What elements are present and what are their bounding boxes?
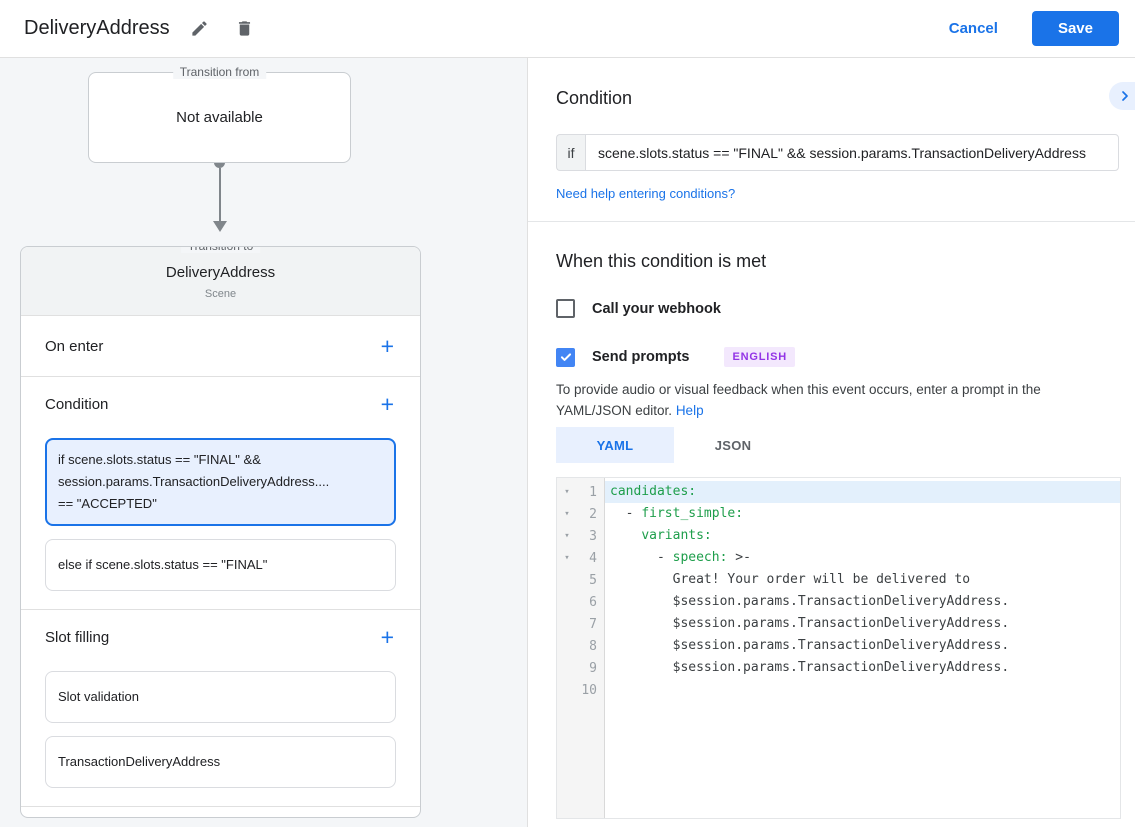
fold-arrow-icon[interactable]: ▾ [557, 487, 577, 497]
gutter-line[interactable]: 8 [557, 635, 604, 657]
slot-filling-label: Slot filling [45, 629, 109, 646]
condition-expression-row: if [556, 134, 1119, 171]
gutter-line[interactable]: 10 [557, 679, 604, 701]
edit-title-button[interactable] [184, 13, 215, 44]
slot-validation-card[interactable]: Slot validation [45, 671, 396, 723]
section-slot-filling-header: Slot filling + [45, 616, 396, 658]
code-line[interactable]: $session.params.TransactionDeliveryAddre… [605, 657, 1120, 679]
add-custom-intent-button[interactable]: + [379, 817, 396, 819]
page-title: DeliveryAddress [24, 17, 170, 40]
gutter-line[interactable]: ▾1 [557, 481, 604, 503]
add-slot-button[interactable]: + [379, 626, 396, 649]
scene-type-label: Scene [37, 288, 404, 300]
gutter-line[interactable]: 6 [557, 591, 604, 613]
scene-name: DeliveryAddress [37, 264, 404, 281]
editor-tabs: YAML JSON [556, 427, 1119, 463]
yaml-editor[interactable]: ▾1▾2▾3▾45678910 candidates: - first_simp… [556, 477, 1121, 819]
condition-section-label: Condition [45, 396, 108, 413]
line-number: 5 [577, 573, 604, 588]
line-number: 9 [577, 661, 604, 676]
if-prefix: if [556, 134, 585, 171]
webhook-label: Call your webhook [592, 301, 721, 317]
section-custom-intent: Custom intent handling + [45, 807, 396, 818]
code-line[interactable] [605, 679, 1120, 701]
line-number: 7 [577, 617, 604, 632]
pencil-icon [190, 19, 209, 38]
section-condition-header: Condition + [45, 383, 396, 425]
fold-arrow-icon[interactable]: ▾ [557, 553, 577, 563]
scene-graph-panel: Transition from Not available Transition… [0, 58, 528, 827]
scene-card: Transition to DeliveryAddress Scene On e… [20, 246, 421, 818]
transition-arrow [88, 163, 351, 232]
help-link[interactable]: Help [676, 403, 704, 418]
delete-scene-button[interactable] [229, 13, 260, 44]
add-on-enter-button[interactable]: + [379, 335, 396, 358]
conditions-help-link[interactable]: Need help entering conditions? [556, 186, 1119, 201]
when-condition-title: When this condition is met [556, 251, 1119, 272]
cancel-button[interactable]: Cancel [949, 20, 998, 37]
transition-from-label: Transition from [173, 65, 267, 79]
code-line[interactable]: variants: [605, 525, 1120, 547]
checkmark-icon [559, 350, 573, 364]
webhook-checkbox-row[interactable]: Call your webhook [556, 299, 1119, 318]
code-line[interactable]: - first_simple: [605, 503, 1120, 525]
transition-from-box[interactable]: Transition from Not available [88, 72, 351, 163]
send-prompts-checkbox[interactable] [556, 348, 575, 367]
code-line[interactable]: $session.params.TransactionDeliveryAddre… [605, 635, 1120, 657]
gutter-line[interactable]: 7 [557, 613, 604, 635]
fold-arrow-icon[interactable]: ▾ [557, 509, 577, 519]
code-line[interactable]: - speech: >- [605, 547, 1120, 569]
section-on-enter: On enter + [45, 316, 396, 376]
line-number: 2 [577, 507, 604, 522]
gutter-line[interactable]: ▾2 [557, 503, 604, 525]
arrow-head-icon [213, 221, 227, 232]
editor-gutter: ▾1▾2▾3▾45678910 [557, 478, 605, 818]
scene-header[interactable]: DeliveryAddress Scene [21, 247, 420, 316]
webhook-checkbox[interactable] [556, 299, 575, 318]
on-enter-label: On enter [45, 338, 103, 355]
prompts-hint-text: To provide audio or visual feedback when… [556, 382, 1041, 418]
collapse-panel-button[interactable] [1109, 82, 1135, 110]
code-line[interactable]: Great! Your order will be delivered to [605, 569, 1120, 591]
line-number: 8 [577, 639, 604, 654]
code-line[interactable]: $session.params.TransactionDeliveryAddre… [605, 613, 1120, 635]
fold-arrow-icon[interactable]: ▾ [557, 531, 577, 541]
line-number: 1 [577, 485, 604, 500]
top-app-bar: DeliveryAddress Cancel Save [0, 0, 1135, 58]
tab-yaml[interactable]: YAML [556, 427, 674, 463]
line-number: 4 [577, 551, 604, 566]
code-line[interactable]: $session.params.TransactionDeliveryAddre… [605, 591, 1120, 613]
prompts-hint: To provide audio or visual feedback when… [556, 379, 1119, 421]
condition-card[interactable]: else if scene.slots.status == "FINAL" [45, 539, 396, 591]
gutter-line[interactable]: ▾4 [557, 547, 604, 569]
line-number: 3 [577, 529, 604, 544]
tab-json[interactable]: JSON [674, 427, 792, 463]
gutter-line[interactable]: ▾3 [557, 525, 604, 547]
send-prompts-checkbox-row[interactable]: Send prompts ENGLISH [556, 347, 1119, 367]
transition-to-label: Transition to [181, 246, 261, 253]
language-badge: ENGLISH [724, 347, 795, 367]
slot-card[interactable]: TransactionDeliveryAddress [45, 736, 396, 788]
chevron-right-icon [1117, 88, 1133, 104]
arrow-line [219, 168, 221, 221]
add-condition-button[interactable]: + [379, 393, 396, 416]
panel-title: Condition [556, 88, 1119, 109]
editor-code-area[interactable]: candidates: - first_simple: variants: - … [605, 478, 1120, 818]
gutter-line[interactable]: 9 [557, 657, 604, 679]
gutter-line[interactable]: 5 [557, 569, 604, 591]
code-line[interactable]: candidates: [605, 481, 1120, 503]
condition-detail-panel: Condition if Need help entering conditio… [528, 58, 1135, 827]
condition-input[interactable] [585, 134, 1119, 171]
send-prompts-label: Send prompts [592, 349, 689, 365]
transition-from-value: Not available [176, 109, 263, 126]
line-number: 6 [577, 595, 604, 610]
condition-card-selected[interactable]: if scene.slots.status == "FINAL" && sess… [45, 438, 396, 526]
trash-icon [235, 19, 254, 38]
line-number: 10 [577, 683, 604, 698]
save-button[interactable]: Save [1032, 11, 1119, 46]
section-divider [528, 221, 1135, 222]
